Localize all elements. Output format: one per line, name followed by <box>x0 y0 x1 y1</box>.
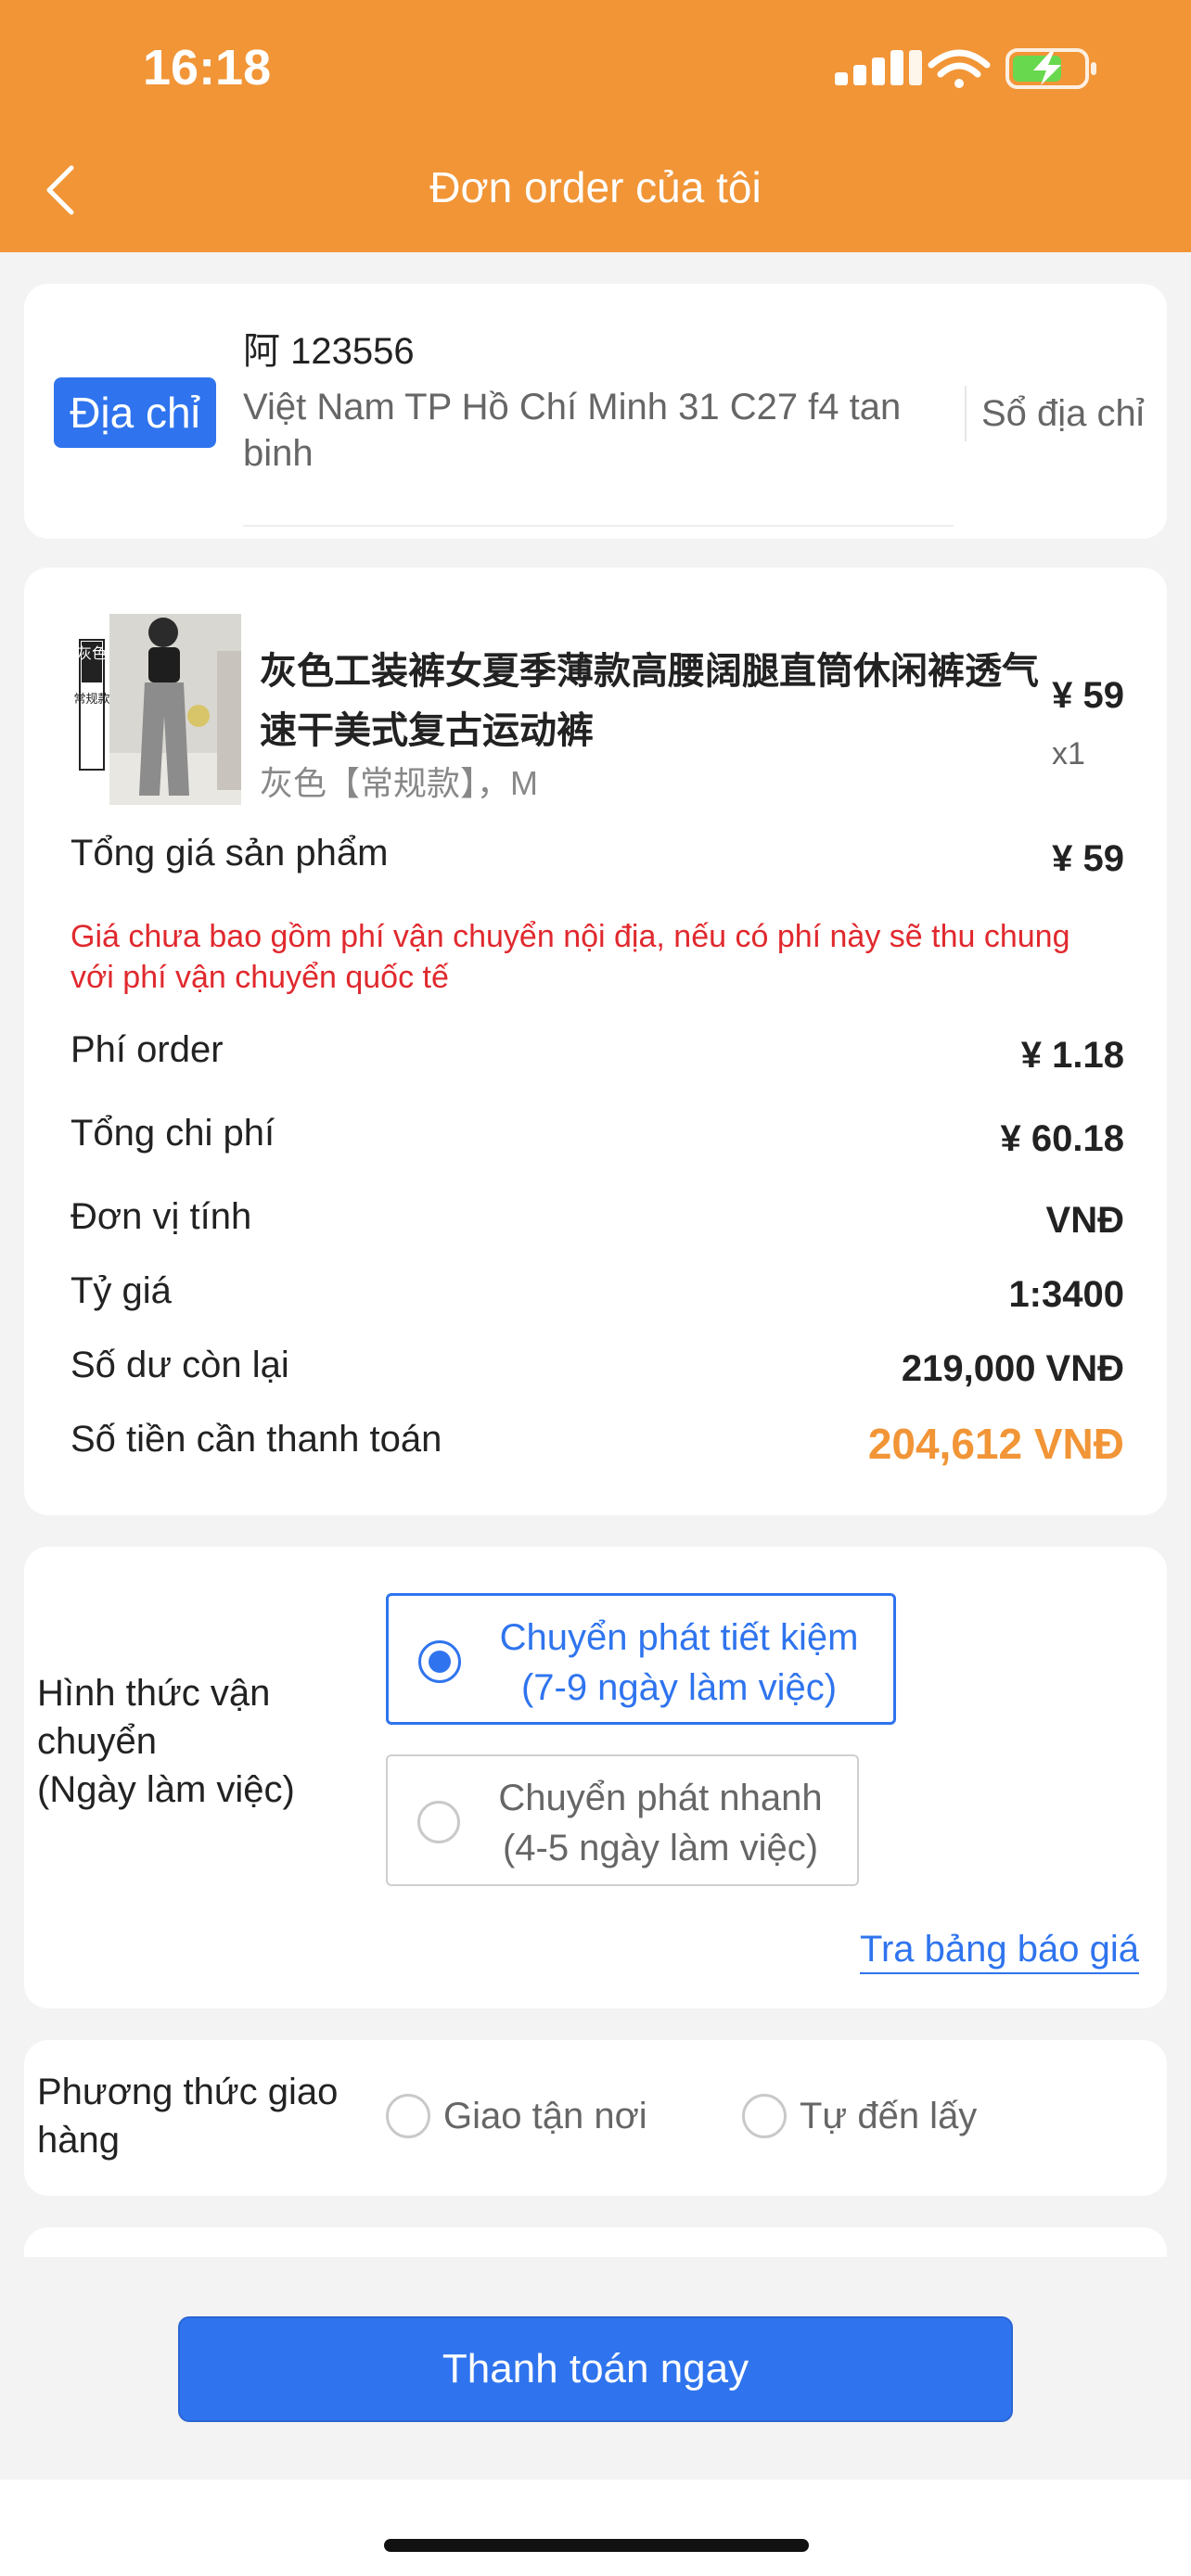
address-card[interactable]: Địa chỉ 阿 123556 Việt Nam TP Hồ Chí Minh… <box>24 284 1167 539</box>
delivery-method-card: Phương thức giao hàng Giao tận nơi Tự đế… <box>24 2040 1167 2196</box>
shipping-notice: Giá chưa bao gồm phí vận chuyển nội địa,… <box>70 919 1070 995</box>
exchange-rate-label: Tỷ giá <box>70 1270 172 1311</box>
home-indicator[interactable] <box>384 2539 809 2552</box>
product-image[interactable]: 灰色 常规款 <box>59 614 241 805</box>
product-price: ¥ 59 <box>1052 675 1124 716</box>
svg-text:常规款: 常规款 <box>73 693 109 707</box>
balance-label: Số dư còn lại <box>70 1345 289 1385</box>
radio-selected-icon[interactable] <box>418 1640 461 1683</box>
shipping-option-express[interactable]: Chuyển phát nhanh (4-5 ngày làm việc) <box>386 1754 859 1886</box>
delivery-option-home[interactable]: Giao tận nơi <box>386 2094 647 2138</box>
status-icons <box>835 48 1096 89</box>
shipping-method-label: Hình thức vận chuyển (Ngày làm việc) <box>37 1673 295 1810</box>
radio-unselected-icon[interactable] <box>742 2094 787 2138</box>
total-cost-label: Tổng chi phí <box>70 1113 275 1154</box>
total-cost-value: ¥ 60.18 <box>1000 1118 1124 1159</box>
shipping-option-label: Chuyển phát nhanh (4-5 ngày làm việc) <box>498 1778 823 1868</box>
delivery-method-label: Phương thức giao hàng <box>37 2072 339 2161</box>
shipping-option-label: Chuyển phát tiết kiệm (7-9 ngày làm việc… <box>499 1617 859 1708</box>
product-quantity: x1 <box>1052 736 1085 772</box>
address-book-link[interactable]: Sổ địa chỉ <box>981 393 1145 435</box>
radio-unselected-icon[interactable] <box>386 2094 430 2138</box>
exchange-rate-value: 1:3400 <box>1008 1274 1124 1315</box>
product-name[interactable]: 灰色工装裤女夏季薄款高腰阔腿直筒休闲裤透气速干美式复古运动裤 <box>260 642 1067 760</box>
status-time: 16:18 <box>143 40 272 96</box>
order-summary-card: 灰色 常规款 灰色工装裤女夏季薄款高腰阔腿直筒休闲裤透气速干美式复古运动裤 灰色… <box>24 567 1167 1515</box>
radio-unselected-icon[interactable] <box>417 1801 460 1843</box>
shipping-option-economy[interactable]: Chuyển phát tiết kiệm (7-9 ngày làm việc… <box>386 1593 896 1725</box>
cellular-signal-icon <box>835 50 922 85</box>
pay-amount-value: 204,612 VNĐ <box>867 1420 1124 1468</box>
app-header: 16:18 Đơn order của tôi <box>0 0 1191 252</box>
balance-value: 219,000 VNĐ <box>901 1348 1124 1389</box>
product-variant: 灰色【常规款】，M <box>260 764 538 802</box>
wifi-icon <box>928 49 991 88</box>
home-bar-area <box>0 2480 1191 2576</box>
pay-now-button[interactable]: Thanh toán ngay <box>178 2316 1013 2422</box>
svg-text:灰色: 灰色 <box>77 644 107 662</box>
address-text: Việt Nam TP Hồ Chí Minh 31 C27 f4 tan bi… <box>243 387 902 474</box>
page-title: Đơn order của tôi <box>429 163 762 211</box>
divider <box>243 525 954 527</box>
subtotal-value: ¥ 59 <box>1052 838 1124 879</box>
divider <box>965 386 967 441</box>
order-fee-value: ¥ 1.18 <box>1020 1035 1124 1076</box>
subtotal-label: Tổng giá sản phẩm <box>70 833 389 874</box>
price-table-link[interactable]: Tra bảng báo giá <box>860 1929 1139 1974</box>
order-fee-label: Phí order <box>70 1029 224 1070</box>
shipping-method-card: Hình thức vận chuyển (Ngày làm việc) Chu… <box>24 1547 1167 2009</box>
pay-amount-label: Số tiền cần thanh toán <box>70 1419 442 1460</box>
address-badge: Địa chỉ <box>54 377 216 448</box>
recipient-name: 阿 123556 <box>243 331 415 372</box>
unit-value: VNĐ <box>1045 1200 1124 1241</box>
unit-label: Đơn vị tính <box>70 1196 252 1237</box>
battery-charging-icon <box>1005 48 1096 89</box>
delivery-option-pickup[interactable]: Tự đến lấy <box>742 2094 977 2138</box>
